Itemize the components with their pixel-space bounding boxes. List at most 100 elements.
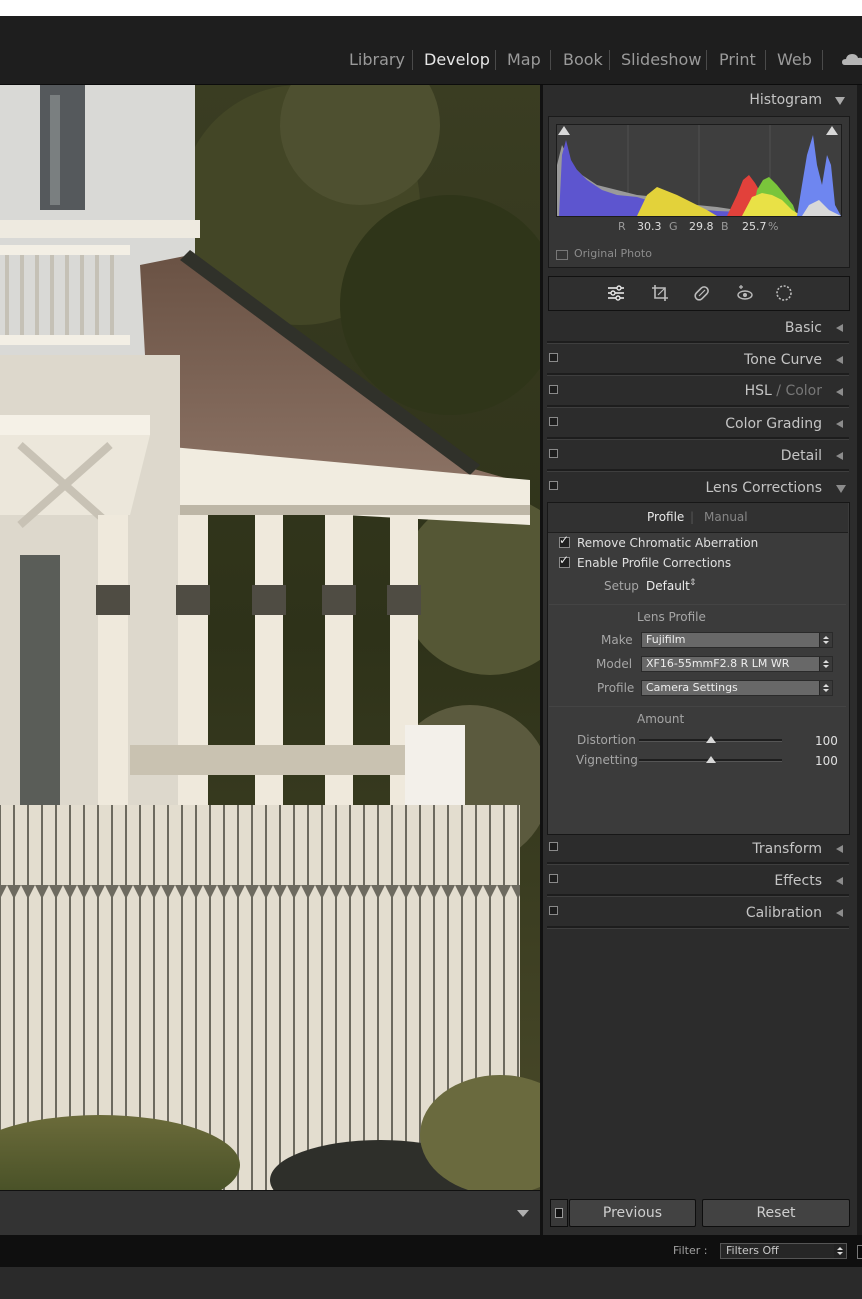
panel-separator (547, 437, 849, 440)
panel-detail[interactable]: Detail (781, 448, 822, 464)
previous-button[interactable]: Previous (569, 1199, 696, 1227)
select-arrows-icon[interactable] (819, 657, 832, 671)
module-map[interactable]: Map (507, 50, 541, 69)
filmstrip-area (0, 1268, 862, 1299)
calibration-expand-icon[interactable] (836, 909, 843, 917)
model-value: XF16-55mmF2.8 R LM WR (646, 657, 790, 670)
toolbar-menu-chevron-down-icon[interactable] (517, 1210, 529, 1217)
module-library[interactable]: Library (349, 50, 405, 69)
filter-value: Filters Off (726, 1244, 779, 1257)
panel-hsl-color[interactable]: HSL / Color (745, 383, 822, 399)
r-label: R (618, 220, 626, 233)
cloud-icon[interactable] (842, 52, 862, 66)
g-value: 29.8 (689, 220, 714, 233)
panel-color-grading[interactable]: Color Grading (725, 416, 822, 432)
module-separator (765, 50, 766, 70)
profile-select[interactable]: Camera Settings (641, 680, 833, 696)
make-label: Make (601, 633, 633, 647)
detail-expand-icon[interactable] (836, 452, 843, 460)
histogram-collapse-icon[interactable] (835, 97, 845, 105)
module-book[interactable]: Book (563, 50, 603, 69)
distortion-slider-thumb[interactable] (705, 736, 716, 743)
vignetting-value[interactable]: 100 (815, 754, 838, 768)
hsl-expand-icon[interactable] (836, 388, 843, 396)
tone-curve-expand-icon[interactable] (836, 356, 843, 364)
red-eye-icon[interactable] (736, 284, 754, 302)
setup-dropdown[interactable]: Default (646, 579, 690, 593)
transform-expand-icon[interactable] (836, 845, 843, 853)
select-arrows-icon[interactable] (819, 633, 832, 647)
b-label: B (721, 220, 729, 233)
original-photo-icon[interactable] (556, 250, 568, 260)
effects-switch[interactable] (549, 874, 558, 883)
basic-expand-icon[interactable] (836, 324, 843, 332)
lens-tab-row (548, 503, 848, 533)
filter-lock-switch[interactable] (857, 1245, 862, 1259)
module-separator (495, 50, 496, 70)
panel-lens-corrections[interactable]: Lens Corrections (705, 480, 822, 496)
select-arrows-icon[interactable] (819, 681, 832, 695)
hsl-switch[interactable] (549, 385, 558, 394)
setup-updown-icon[interactable]: ⇕ (689, 578, 697, 588)
panel-tone-curve[interactable]: Tone Curve (744, 352, 822, 368)
remove-ca-label[interactable]: Remove Chromatic Aberration (577, 536, 758, 550)
module-separator (609, 50, 610, 70)
panel-separator (547, 469, 849, 472)
effects-expand-icon[interactable] (836, 877, 843, 885)
previous-settings-switch[interactable] (550, 1199, 568, 1227)
make-select[interactable]: Fujifilm (641, 632, 833, 648)
tab-separator: | (690, 510, 695, 524)
histogram-title[interactable]: Histogram (749, 92, 822, 108)
color-grading-expand-icon[interactable] (836, 420, 843, 428)
module-web[interactable]: Web (777, 50, 812, 69)
lens-corrections-collapse-icon[interactable] (836, 485, 846, 493)
photo-preview[interactable] (0, 85, 540, 1190)
model-select[interactable]: XF16-55mmF2.8 R LM WR (641, 656, 833, 672)
vignetting-slider-thumb[interactable] (705, 756, 716, 763)
filter-select[interactable]: Filters Off (720, 1243, 847, 1259)
filter-label: Filter : (673, 1244, 708, 1257)
module-separator (706, 50, 707, 70)
panel-basic[interactable]: Basic (785, 320, 822, 336)
section-divider (549, 604, 846, 605)
detail-switch[interactable] (549, 449, 558, 458)
r-value: 30.3 (637, 220, 662, 233)
photo-image (0, 85, 540, 1190)
enable-profile-label[interactable]: Enable Profile Corrections (577, 556, 731, 570)
panel-calibration[interactable]: Calibration (746, 905, 822, 921)
masking-icon[interactable] (775, 284, 793, 302)
tone-curve-switch[interactable] (549, 353, 558, 362)
module-print[interactable]: Print (719, 50, 756, 69)
amount-heading: Amount (637, 712, 685, 726)
tab-profile[interactable]: Profile (647, 510, 684, 524)
reset-button[interactable]: Reset (702, 1199, 850, 1227)
g-label: G (669, 220, 678, 233)
healing-icon[interactable] (693, 284, 711, 302)
top-edge (0, 0, 862, 16)
highlight-clipping-icon[interactable] (826, 126, 838, 135)
select-arrows-icon[interactable] (833, 1244, 846, 1258)
module-develop[interactable]: Develop (424, 50, 490, 69)
hsl-label[interactable]: HSL (745, 383, 772, 399)
lens-corrections-switch[interactable] (549, 481, 558, 490)
panel-effects[interactable]: Effects (774, 873, 822, 889)
shadow-clipping-icon[interactable] (558, 126, 570, 135)
panel-separator (547, 405, 849, 408)
vignetting-label: Vignetting (576, 753, 638, 767)
transform-switch[interactable] (549, 842, 558, 851)
color-grading-switch[interactable] (549, 417, 558, 426)
color-label[interactable]: Color (785, 383, 822, 399)
panel-scrollbar[interactable] (857, 85, 862, 1235)
panel-transform[interactable]: Transform (752, 841, 822, 857)
sliders-icon[interactable] (607, 284, 625, 302)
calibration-switch[interactable] (549, 906, 558, 915)
module-separator (550, 50, 551, 70)
panel-separator (547, 341, 849, 344)
distortion-value[interactable]: 100 (815, 734, 838, 748)
enable-profile-checkbox[interactable] (559, 553, 570, 568)
module-slideshow[interactable]: Slideshow (621, 50, 701, 69)
crop-icon[interactable] (651, 284, 669, 302)
make-value: Fujifilm (646, 633, 686, 646)
tab-manual[interactable]: Manual (704, 510, 748, 524)
remove-ca-checkbox[interactable] (559, 533, 570, 548)
